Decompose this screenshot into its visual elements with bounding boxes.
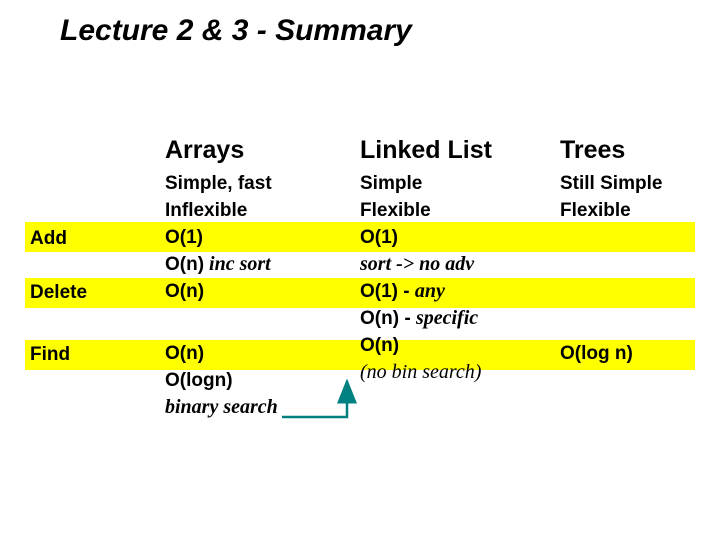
col-linked-content: Simple Flexible O(1) sort -> no adv O(1)… [360, 170, 555, 386]
arrays-delete-on: O(n) [165, 278, 355, 305]
arrays-add-o1: O(1) [165, 224, 355, 251]
slide: Lecture 2 & 3 - Summary Arrays Linked Li… [0, 0, 720, 540]
page-title: Lecture 2 & 3 - Summary [60, 14, 412, 48]
arrays-find-on: O(n) [165, 340, 355, 367]
row-label-find: Find [30, 344, 70, 366]
linked-flexible: Flexible [360, 197, 555, 224]
linked-add-o1: O(1) [360, 224, 555, 251]
linked-delete-on-specific: O(n) - specific [360, 305, 555, 332]
arrow-icon [240, 375, 360, 425]
linked-delete-specific: specific [416, 307, 478, 329]
linked-delete-o1-any: O(1) - any [360, 278, 555, 305]
arrays-inflexible: Inflexible [165, 197, 355, 224]
row-label-delete: Delete [30, 282, 87, 304]
linked-no-bin-search: (no bin search) [360, 359, 555, 386]
trees-find-ologn: O(log n) [560, 340, 710, 367]
linked-find-on: O(n) [360, 332, 555, 359]
col-trees-content: Still Simple Flexible O(log n) [560, 170, 710, 367]
arrays-add-on-incsort: O(n) inc sort [165, 251, 355, 278]
linked-delete-o1: O(1) [360, 281, 398, 302]
trees-still-simple: Still Simple [560, 170, 710, 197]
arrays-simple-fast: Simple, fast [165, 170, 355, 197]
col-header-linked-list: Linked List [360, 136, 492, 165]
row-label-add: Add [30, 228, 67, 250]
linked-simple: Simple [360, 170, 555, 197]
col-header-trees: Trees [560, 136, 625, 165]
linked-sort-noadv: sort -> no adv [360, 251, 555, 278]
trees-flexible: Flexible [560, 197, 710, 224]
arrays-add-on: O(n) [165, 254, 204, 275]
linked-delete-on: O(n) [360, 308, 399, 329]
col-header-arrays: Arrays [165, 136, 244, 165]
linked-delete-any: any [415, 280, 445, 302]
linked-delete-dash1: - [398, 281, 415, 302]
linked-delete-dash2: - [399, 308, 416, 329]
arrays-add-incsort: inc sort [204, 253, 271, 275]
